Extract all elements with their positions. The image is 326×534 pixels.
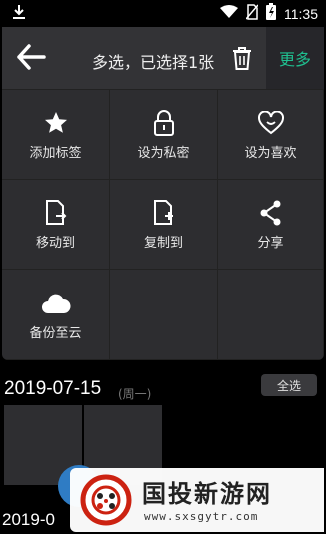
watermark-logo-icon	[76, 474, 136, 530]
action-empty-cell	[218, 270, 324, 360]
download-icon	[12, 4, 26, 24]
action-label: 设为喜欢	[244, 146, 297, 161]
wifi-icon	[220, 4, 238, 23]
section-date: 2019-07-15	[4, 378, 102, 399]
action-copy-to[interactable]: 复制到	[110, 180, 218, 270]
heart-icon	[257, 110, 284, 136]
copy-file-icon	[153, 200, 175, 226]
star-icon	[44, 110, 68, 136]
action-label: 备份至云	[29, 326, 82, 341]
watermark-banner: 国投新游网 www.sxsgytr.com	[70, 468, 324, 532]
more-button-label: 更多	[278, 50, 311, 69]
action-share[interactable]: 分享	[218, 180, 324, 270]
action-label: 分享	[257, 236, 284, 251]
select-all-label: 全选	[276, 378, 301, 393]
section-weekday: (周一)	[118, 387, 152, 401]
status-time: 11:35	[284, 5, 318, 22]
action-label: 添加标签	[29, 146, 82, 161]
cloud-icon	[41, 290, 71, 316]
select-all-button[interactable]: 全选	[261, 374, 317, 396]
action-add-tag[interactable]: 添加标签	[2, 90, 110, 180]
action-label: 设为私密	[137, 146, 190, 161]
lock-icon	[153, 110, 175, 136]
action-label: 复制到	[143, 236, 183, 251]
battery-charging-icon	[266, 3, 276, 24]
watermark-url: www.sxsgytr.com	[144, 510, 259, 523]
trash-icon[interactable]	[231, 46, 253, 74]
selection-toolbar: 多选，已选择1张 更多	[2, 27, 324, 90]
more-button[interactable]: 更多	[266, 27, 324, 89]
share-icon	[259, 200, 283, 226]
multi-select-action-sheet: 多选，已选择1张 更多 添加标签 设为私密 设为喜欢 移动到 复制到 分享 备份…	[2, 27, 324, 360]
action-backup-cloud[interactable]: 备份至云	[2, 270, 110, 360]
selection-title: 多选，已选择1张	[92, 53, 215, 72]
action-set-private[interactable]: 设为私密	[110, 90, 218, 180]
action-grid: 添加标签 设为私密 设为喜欢 移动到 复制到 分享 备份至云	[2, 90, 324, 360]
action-empty-cell	[110, 270, 218, 360]
section-date: 2019-0	[2, 510, 55, 529]
back-arrow-icon[interactable]	[16, 43, 46, 75]
move-file-icon	[45, 200, 67, 226]
watermark-title: 国投新游网	[142, 480, 272, 508]
action-label: 移动到	[35, 236, 75, 251]
action-set-favorite[interactable]: 设为喜欢	[218, 90, 324, 180]
status-bar: 11:35	[0, 0, 326, 26]
no-sim-icon	[245, 3, 259, 24]
action-move-to[interactable]: 移动到	[2, 180, 110, 270]
